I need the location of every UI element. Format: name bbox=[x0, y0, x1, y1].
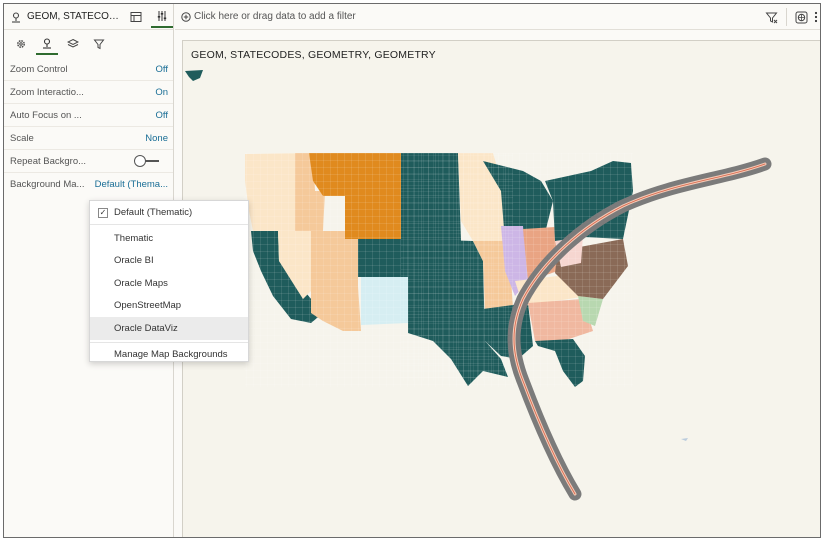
add-filter[interactable]: Click here or drag data to add a filter bbox=[181, 11, 356, 22]
dropdown-item-label: Oracle BI bbox=[114, 255, 154, 267]
plus-circle-icon bbox=[181, 11, 191, 22]
table-icon[interactable] bbox=[126, 6, 148, 28]
dropdown-item-oracle-dataviz[interactable]: Oracle DataViz bbox=[90, 317, 248, 340]
dropdown-item-label: Thematic bbox=[114, 232, 154, 244]
prop-background-map[interactable]: Background Ma... Default (Thema... bbox=[4, 173, 173, 196]
dropdown-item-openstreetmap[interactable]: OpenStreetMap bbox=[90, 295, 248, 318]
prop-repeat-background[interactable]: Repeat Backgro... bbox=[4, 150, 173, 173]
dropdown-item-default-thematic[interactable]: ✓ Default (Thematic) bbox=[90, 201, 248, 225]
dropdown-item-label: OpenStreetMap bbox=[114, 300, 182, 312]
dropdown-item-manage-backgrounds[interactable]: Manage Map Backgrounds bbox=[90, 341, 248, 366]
dropdown-item-label: Oracle Maps bbox=[114, 277, 168, 289]
sliders-icon[interactable] bbox=[151, 6, 173, 28]
panel-tabs bbox=[4, 30, 173, 58]
prop-label: Background Ma... bbox=[10, 179, 85, 190]
globe-icon[interactable] bbox=[795, 11, 808, 24]
map-pin-icon bbox=[10, 11, 22, 23]
island-fragment bbox=[681, 438, 688, 441]
more-icon[interactable] bbox=[814, 11, 818, 23]
dropdown-item-oracle-bi[interactable]: Oracle BI bbox=[90, 250, 248, 273]
prop-label: Scale bbox=[10, 132, 34, 144]
prop-label: Zoom Interactio... bbox=[10, 86, 84, 98]
toolbar-divider bbox=[786, 8, 787, 26]
filter-clear-icon[interactable] bbox=[765, 11, 778, 24]
prop-value[interactable]: Off bbox=[156, 110, 169, 121]
alaska-fragment bbox=[185, 70, 203, 81]
prop-value[interactable]: Default (Thema... bbox=[95, 179, 168, 190]
gear-icon[interactable] bbox=[10, 33, 32, 55]
prop-label: Repeat Backgro... bbox=[10, 155, 87, 167]
prop-label: Auto Focus on ... bbox=[10, 109, 82, 121]
repeat-background-toggle[interactable] bbox=[134, 155, 160, 167]
dropdown-item-label: Oracle DataViz bbox=[114, 322, 178, 334]
dropdown-item-thematic[interactable]: Thematic bbox=[90, 227, 248, 250]
filter-bar: Click here or drag data to add a filter bbox=[175, 4, 820, 30]
dropdown-item-label: Default (Thematic) bbox=[114, 207, 193, 218]
prop-value[interactable]: On bbox=[155, 87, 168, 98]
prop-zoom-interaction[interactable]: Zoom Interactio... On bbox=[4, 81, 173, 104]
app-frame: GEOM, STATECODE... Zoom Control Off Zoom… bbox=[3, 3, 821, 538]
county-texture-dense bbox=[401, 153, 513, 381]
filter-placeholder: Click here or drag data to add a filter bbox=[194, 11, 356, 22]
map-pin-icon[interactable] bbox=[36, 33, 58, 55]
prop-label: Zoom Control bbox=[10, 63, 68, 75]
checkmark-icon: ✓ bbox=[98, 207, 108, 218]
prop-auto-focus[interactable]: Auto Focus on ... Off bbox=[4, 104, 173, 127]
prop-value[interactable]: None bbox=[145, 133, 168, 144]
us-map[interactable] bbox=[183, 41, 821, 538]
background-map-dropdown: ✓ Default (Thematic) Thematic Oracle BI … bbox=[89, 200, 249, 362]
filter-bar-actions bbox=[765, 8, 818, 26]
panel-title: GEOM, STATECODE... bbox=[27, 11, 122, 22]
layers-icon[interactable] bbox=[62, 33, 84, 55]
dropdown-item-oracle-maps[interactable]: Oracle Maps bbox=[90, 272, 248, 295]
panel-header: GEOM, STATECODE... bbox=[4, 4, 173, 30]
dropdown-item-label: Manage Map Backgrounds bbox=[114, 348, 228, 360]
map-canvas[interactable]: GEOM, STATECODES, GEOMETRY, GEOMETRY bbox=[182, 40, 820, 537]
prop-value[interactable]: Off bbox=[156, 64, 169, 75]
prop-scale[interactable]: Scale None bbox=[4, 127, 173, 150]
prop-zoom-control[interactable]: Zoom Control Off bbox=[4, 58, 173, 81]
filter-icon[interactable] bbox=[88, 33, 110, 55]
